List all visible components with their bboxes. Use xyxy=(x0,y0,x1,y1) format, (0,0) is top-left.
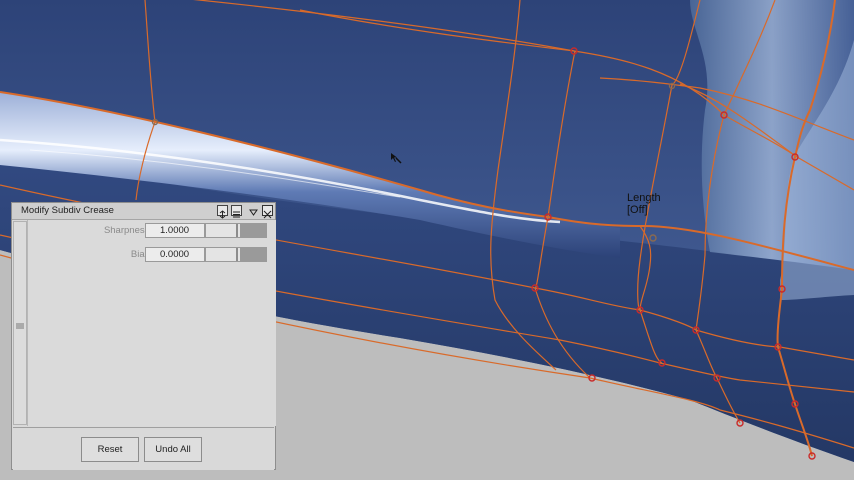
bias-field[interactable]: 0.0000 xyxy=(145,247,205,262)
bias-slider[interactable] xyxy=(205,247,267,262)
reset-button[interactable]: Reset xyxy=(81,437,139,462)
hud-tool-state: [Off] xyxy=(627,204,648,216)
cursor-icon xyxy=(391,153,402,164)
panel-content: Sharpness: 1.0000 Bias: 0.0000 xyxy=(27,220,276,426)
collapse-icon[interactable] xyxy=(248,205,259,216)
panel-drag-handle[interactable] xyxy=(13,221,27,425)
hud-tool-name: Length xyxy=(627,192,661,204)
panel-title: Modify Subdiv Crease xyxy=(21,205,114,216)
panel-button-bar: Reset Undo All xyxy=(13,427,274,470)
modify-subdiv-crease-panel[interactable]: Modify Subdiv Crease Sharpness: 1.0000 B… xyxy=(11,202,276,470)
pin-icon[interactable] xyxy=(217,205,228,219)
sharpness-row: Sharpness: 1.0000 xyxy=(28,223,276,239)
menu-icon[interactable] xyxy=(231,205,242,218)
grip-icon xyxy=(16,322,24,330)
panel-titlebar[interactable]: Modify Subdiv Crease xyxy=(12,203,275,220)
sharpness-slider-handle[interactable] xyxy=(240,224,266,237)
close-icon[interactable] xyxy=(262,205,273,219)
bias-row: Bias: 0.0000 xyxy=(28,247,276,263)
sharpness-slider[interactable] xyxy=(205,223,267,238)
bias-slider-handle[interactable] xyxy=(240,248,266,261)
undo-all-button[interactable]: Undo All xyxy=(144,437,202,462)
tool-hud: Length [Off] xyxy=(627,192,661,216)
sharpness-field[interactable]: 1.0000 xyxy=(145,223,205,238)
